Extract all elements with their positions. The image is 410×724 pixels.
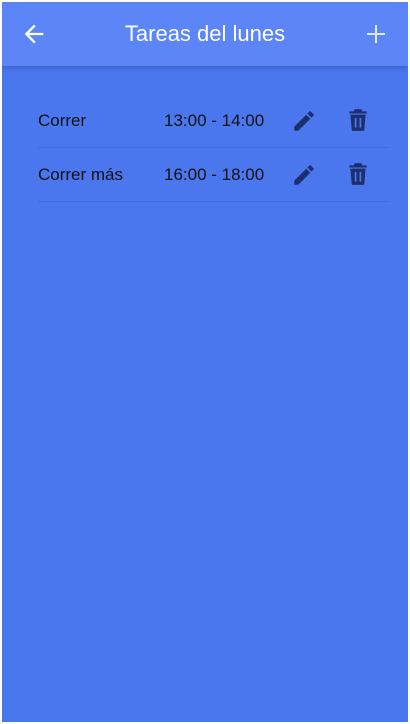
task-row: Correr más 16:00 - 18:00	[38, 148, 389, 202]
edit-task-button[interactable]	[291, 108, 317, 134]
pencil-icon	[294, 165, 314, 185]
app-screen: Tareas del lunes Correr 13:00 - 14:00 Co…	[2, 2, 408, 722]
add-task-button[interactable]	[364, 22, 388, 46]
trash-icon	[349, 163, 367, 185]
task-row: Correr 13:00 - 14:00	[38, 94, 389, 148]
edit-task-button[interactable]	[291, 162, 317, 188]
task-name: Correr más	[38, 165, 124, 184]
arrow-left-icon	[24, 24, 44, 44]
plus-icon	[367, 25, 385, 43]
back-button[interactable]	[20, 20, 48, 48]
task-time: 13:00 - 14:00	[164, 111, 265, 130]
task-time: 16:00 - 18:00	[164, 165, 265, 184]
task-name: Correr	[38, 111, 87, 130]
page-title: Tareas del lunes	[124, 21, 286, 46]
trash-icon	[349, 109, 367, 131]
task-list: Correr 13:00 - 14:00 Correr más 16:00 - …	[38, 94, 389, 202]
delete-task-button[interactable]	[345, 161, 371, 187]
app-bar: Tareas del lunes	[2, 2, 408, 66]
pencil-icon	[294, 111, 314, 131]
delete-task-button[interactable]	[345, 107, 371, 133]
